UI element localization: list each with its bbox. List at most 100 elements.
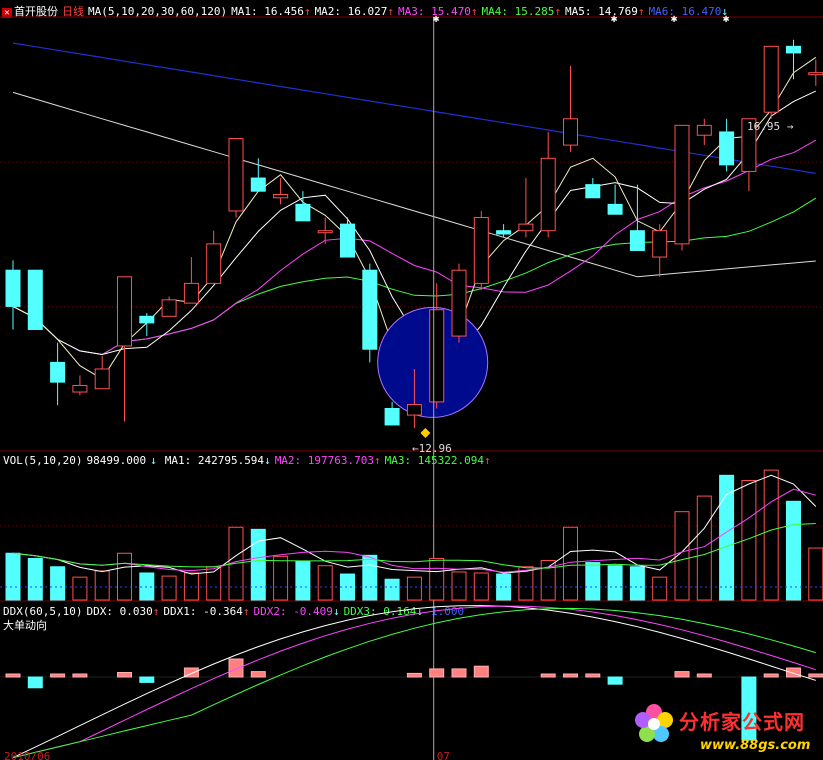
candle-body [719, 131, 735, 166]
low-marker-icon [420, 428, 431, 438]
candle-body [429, 309, 445, 403]
candle-body [94, 368, 110, 390]
candle-body [496, 230, 512, 235]
ddx-bar [250, 671, 266, 678]
chart-canvas[interactable]: ✱ ✱ ✱ ✱ 16.95 → ←12.96 2010/06 07 [0, 0, 823, 760]
volume-bar [340, 573, 355, 601]
watermark-url: www.88gs.com [700, 738, 811, 753]
volume-bar [786, 500, 801, 601]
high-price-label: 16.95 → [747, 120, 794, 133]
volume-bar [161, 575, 177, 601]
ddx-bar [27, 676, 43, 689]
ddx-bar [563, 673, 578, 678]
top-marker-icon: ✱ [611, 12, 618, 25]
candle-body [585, 184, 601, 199]
top-marker-icon: ✱ [671, 12, 678, 25]
candle-body [317, 230, 333, 234]
volume-bar [139, 572, 155, 601]
volume-bar [451, 571, 467, 601]
ddx-bar [540, 673, 556, 678]
candle-body [206, 243, 222, 284]
candle-body [161, 299, 177, 317]
candle-body [451, 269, 467, 337]
candle-body [763, 45, 779, 113]
candle-body [674, 124, 690, 245]
volume-bar [496, 573, 512, 601]
ddx-bar [808, 673, 823, 678]
watermark-brand: 分析家公式网 [679, 710, 805, 734]
vol-ma3-line [12, 523, 816, 569]
candle-body [808, 72, 823, 76]
volume-bar [50, 566, 66, 601]
ma6-line [12, 42, 816, 174]
vol-ma2-line [12, 488, 816, 573]
ddx-bar [607, 676, 623, 685]
volume-bar [429, 557, 445, 601]
candle-body [696, 124, 712, 136]
candle-body [295, 203, 311, 222]
candle-body [786, 45, 801, 54]
candle-body [340, 223, 355, 258]
candle-body [27, 269, 43, 330]
x-axis-label: 07 [437, 750, 450, 760]
volume-bar [384, 578, 400, 601]
ddx-bar [72, 673, 88, 678]
ddx-bar [763, 673, 779, 678]
ddx-bar [228, 658, 244, 678]
ddx-bar [451, 668, 467, 678]
candle-body [607, 203, 623, 215]
ddx-bar [696, 673, 712, 678]
candle-body [5, 269, 21, 307]
candle-body [540, 157, 556, 232]
volume-bar [27, 557, 43, 601]
candle-body [563, 118, 578, 146]
candle-body [406, 404, 422, 416]
ddx-bar [473, 665, 489, 678]
volume-bar [473, 572, 489, 601]
volume-bar [295, 561, 311, 601]
candle-body [273, 193, 289, 199]
candle-body [228, 138, 244, 212]
ddx-bar [139, 676, 155, 683]
ddx-bar [5, 673, 21, 678]
ddx-bar [786, 667, 801, 678]
candle-body [652, 230, 668, 258]
candle-body [50, 361, 66, 383]
top-marker-icon: ✱ [433, 12, 440, 25]
candle-body [72, 384, 88, 393]
candle-body [362, 269, 378, 350]
volume-bar [117, 552, 132, 601]
volume-bar [585, 562, 601, 601]
ddx-bar [674, 671, 690, 678]
volume-bar [273, 555, 289, 601]
ddx-bar [50, 673, 66, 678]
ddx-bar [406, 672, 422, 678]
volume-bar [763, 469, 779, 601]
volume-bar [72, 576, 88, 601]
ddx-bar [429, 668, 445, 678]
volume-bar [652, 576, 668, 601]
top-marker-icon: ✱ [723, 12, 730, 25]
volume-bar [183, 572, 199, 601]
low-price-label: ←12.96 [412, 442, 452, 455]
volume-bar [317, 565, 333, 601]
ddx-bar [117, 672, 132, 678]
candle-body [384, 407, 400, 426]
candle-body [139, 315, 155, 324]
candle-body [183, 282, 199, 304]
volume-bar [362, 554, 378, 601]
volume-bar [629, 566, 645, 601]
candle-body [629, 230, 645, 251]
volume-bar [607, 565, 623, 601]
candle-body [473, 217, 489, 284]
candle-body [518, 223, 534, 232]
volume-bar [5, 552, 21, 601]
candle-body [250, 177, 266, 192]
chart-window[interactable]: ✕ 首开股份 日线 MA(5,10,20,30,60,120) MA1: 16.456↑… [0, 0, 823, 760]
ma5-line [12, 91, 816, 278]
ddx-bar [585, 673, 601, 678]
volume-bar [94, 570, 110, 601]
volume-bar [406, 576, 422, 601]
candle-body [117, 276, 132, 347]
watermark-logo: 分析家公式网 www.88gs.com [624, 700, 823, 760]
